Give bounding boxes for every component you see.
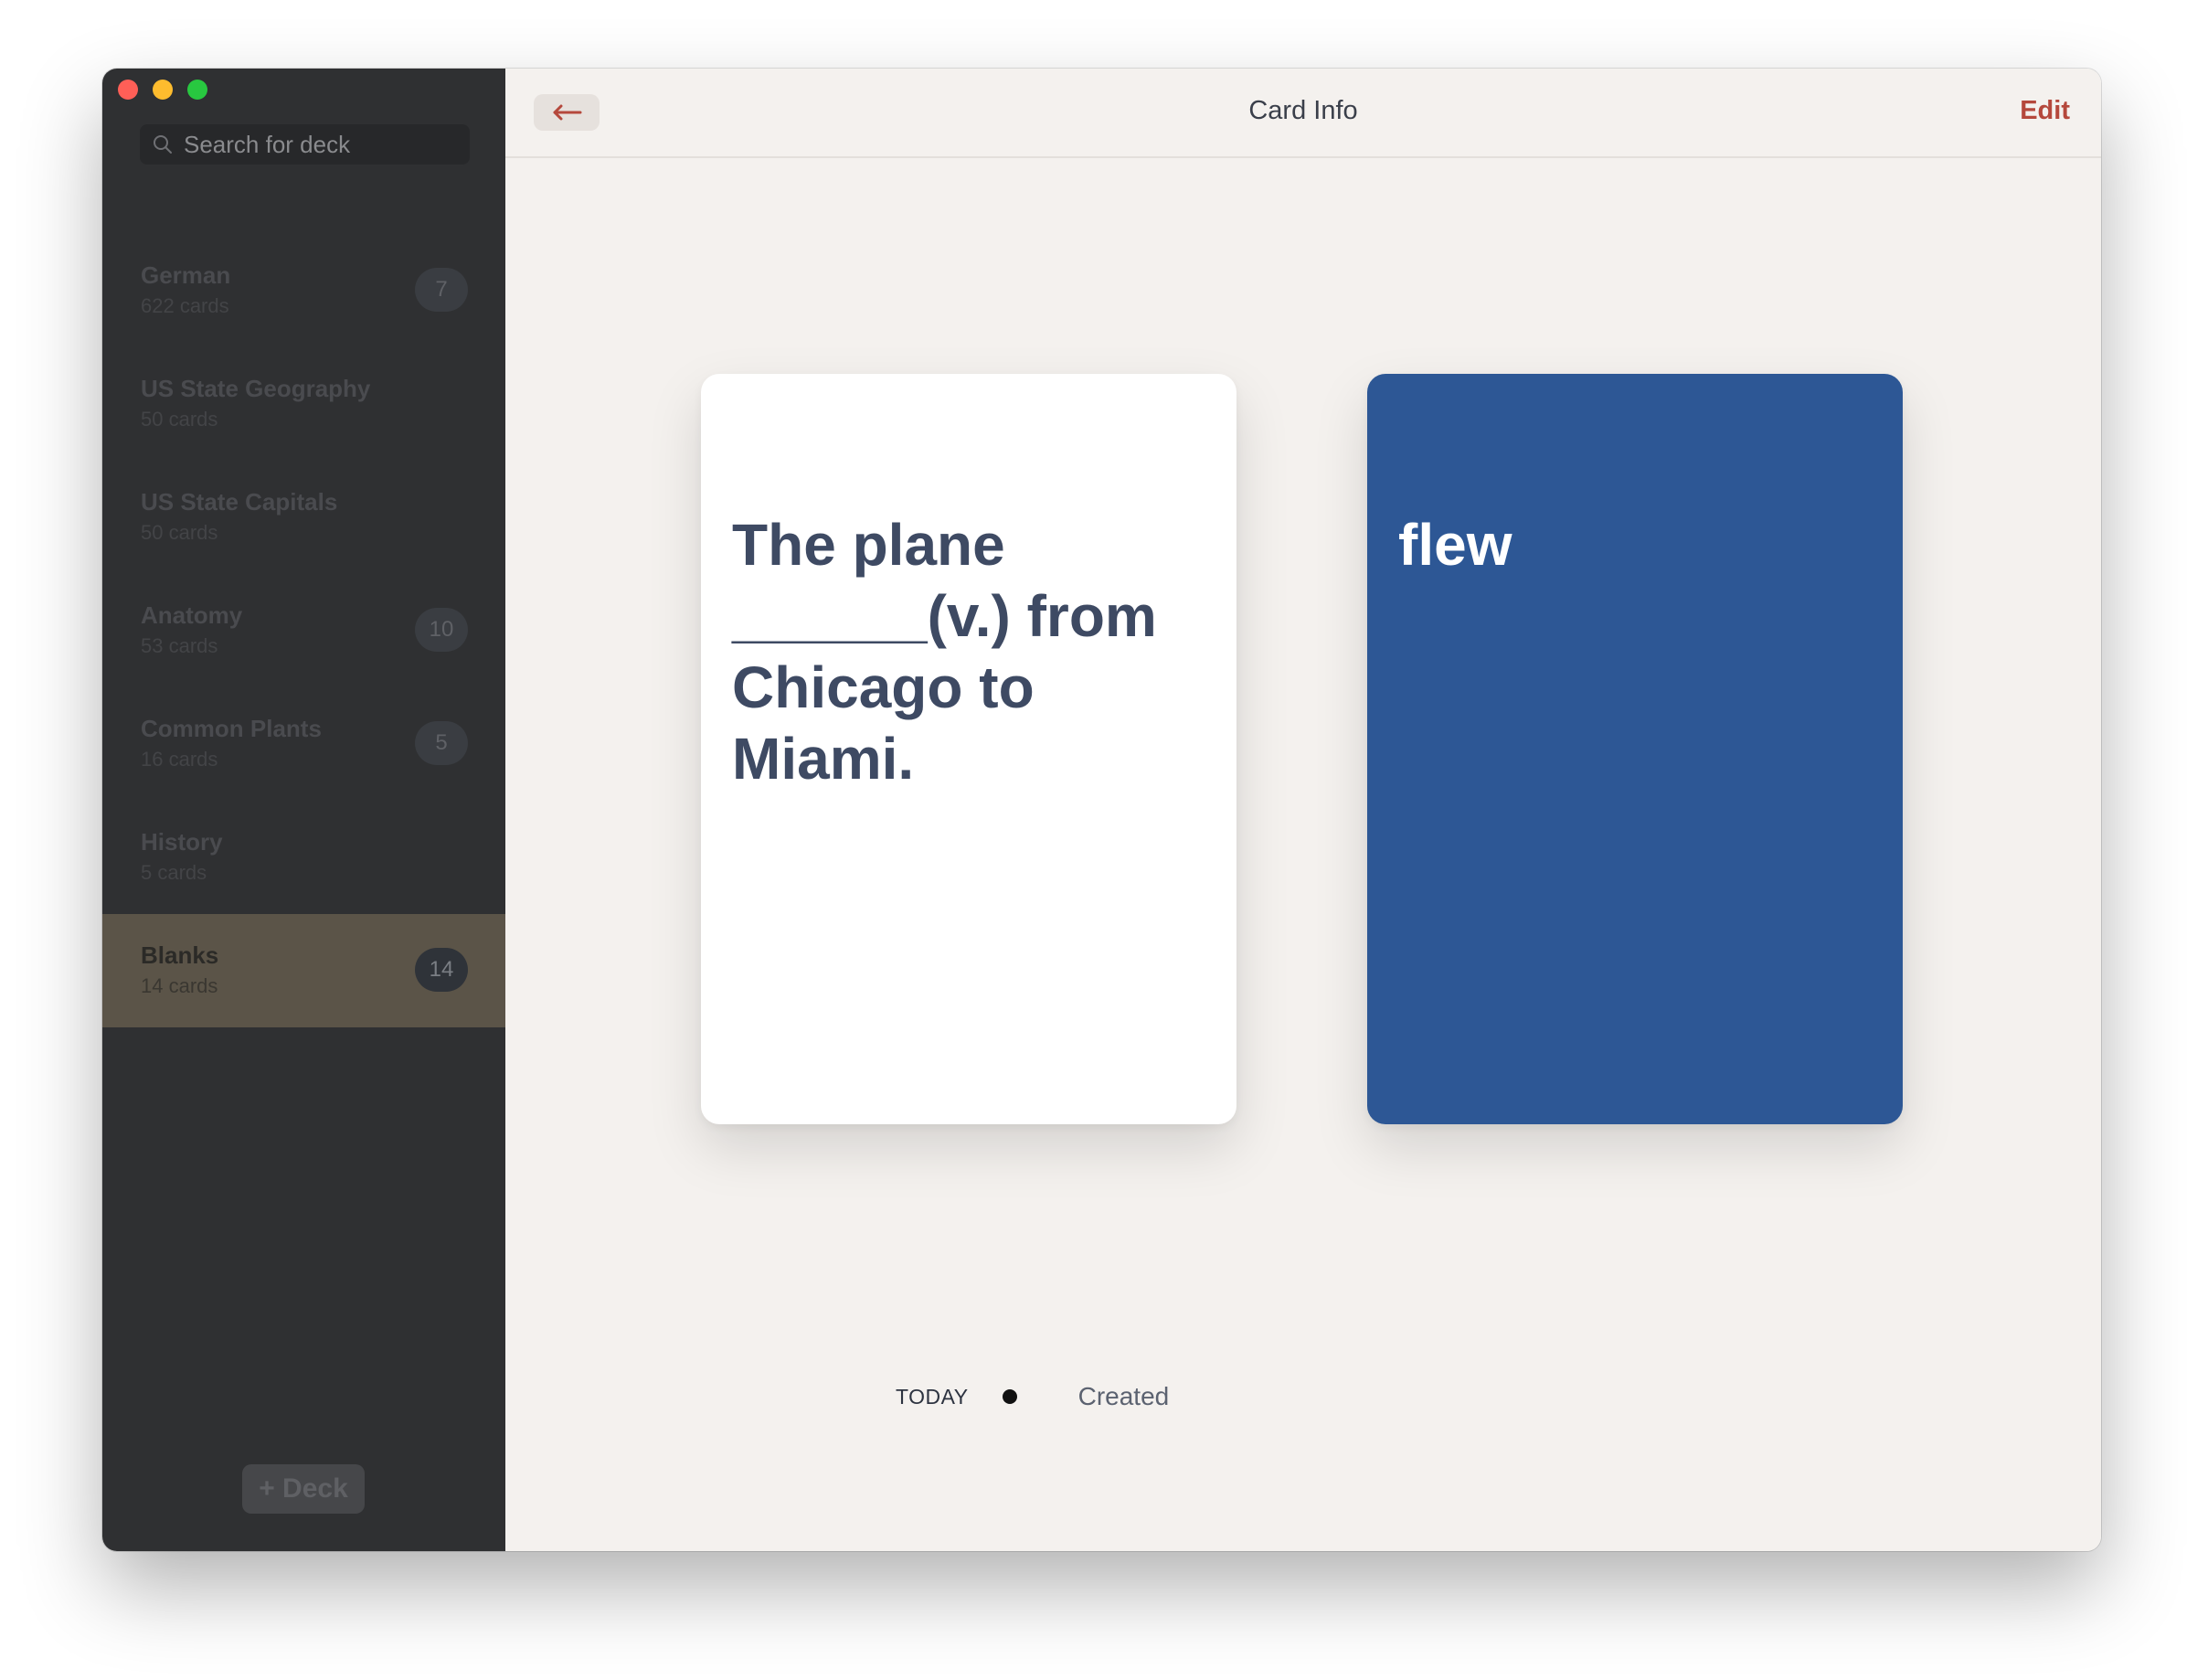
deck-item-history[interactable]: History 5 cards bbox=[102, 801, 505, 914]
search-input[interactable] bbox=[182, 129, 460, 160]
deck-name: US State Geography bbox=[141, 375, 371, 402]
deck-name: German bbox=[141, 261, 231, 289]
search-icon bbox=[151, 133, 175, 156]
due-count-badge: 7 bbox=[415, 268, 468, 312]
card-info-panel: Card Info Edit The plane ______(v.) from… bbox=[505, 69, 2101, 1551]
edit-button[interactable]: Edit bbox=[2020, 96, 2070, 126]
deck-name: History bbox=[141, 828, 223, 856]
card-history-timeline: TODAY Created bbox=[896, 1382, 1169, 1411]
deck-item-us-state-capitals[interactable]: US State Capitals 50 cards bbox=[102, 461, 505, 574]
window-controls bbox=[118, 80, 207, 100]
timeline-dot bbox=[1002, 1389, 1017, 1404]
close-window-button[interactable] bbox=[118, 80, 138, 100]
deck-card-count: 16 cards bbox=[141, 748, 218, 771]
deck-card-count: 50 cards bbox=[141, 408, 218, 431]
deck-card-count: 5 cards bbox=[141, 861, 207, 884]
toolbar: Card Info Edit bbox=[505, 69, 2101, 158]
deck-card-count: 53 cards bbox=[141, 634, 218, 657]
deck-item-us-state-geography[interactable]: US State Geography 50 cards bbox=[102, 347, 505, 461]
card-front: The plane ______(v.) from Chicago to Mia… bbox=[701, 374, 1236, 1124]
card-back: flew bbox=[1367, 374, 1903, 1124]
deck-card-count: 622 cards bbox=[141, 294, 229, 317]
zoom-window-button[interactable] bbox=[187, 80, 207, 100]
due-count-badge: 5 bbox=[415, 721, 468, 765]
deck-name: Common Plants bbox=[141, 715, 322, 742]
card-front-text: The plane ______(v.) from Chicago to Mia… bbox=[732, 512, 1157, 792]
page-title: Card Info bbox=[1248, 96, 1358, 125]
deck-card-count: 50 cards bbox=[141, 521, 218, 544]
deck-name: Blanks bbox=[141, 941, 219, 969]
deck-item-common-plants[interactable]: Common Plants 16 cards 5 bbox=[102, 687, 505, 801]
deck-item-anatomy[interactable]: Anatomy 53 cards 10 bbox=[102, 574, 505, 687]
deck-item-blanks[interactable]: Blanks 14 cards 14 bbox=[102, 914, 505, 1027]
timeline-date: TODAY bbox=[896, 1384, 969, 1409]
timeline-event: Created bbox=[1077, 1382, 1170, 1410]
deck-name: Anatomy bbox=[141, 601, 243, 629]
deck-card-count: 14 cards bbox=[141, 974, 218, 997]
deck-search-box[interactable] bbox=[140, 124, 470, 165]
sidebar: German 622 cards 7 US State Geography 50… bbox=[102, 69, 505, 1551]
deck-item-german[interactable]: German 622 cards 7 bbox=[102, 234, 505, 347]
deck-list: German 622 cards 7 US State Geography 50… bbox=[102, 234, 505, 1027]
card-back-text: flew bbox=[1398, 512, 1512, 578]
minimize-window-button[interactable] bbox=[153, 80, 173, 100]
due-count-badge: 10 bbox=[415, 608, 468, 652]
app-window: German 622 cards 7 US State Geography 50… bbox=[102, 69, 2101, 1551]
add-deck-button[interactable]: + Deck bbox=[242, 1464, 365, 1514]
deck-name: US State Capitals bbox=[141, 488, 338, 516]
due-count-badge: 14 bbox=[415, 948, 468, 992]
